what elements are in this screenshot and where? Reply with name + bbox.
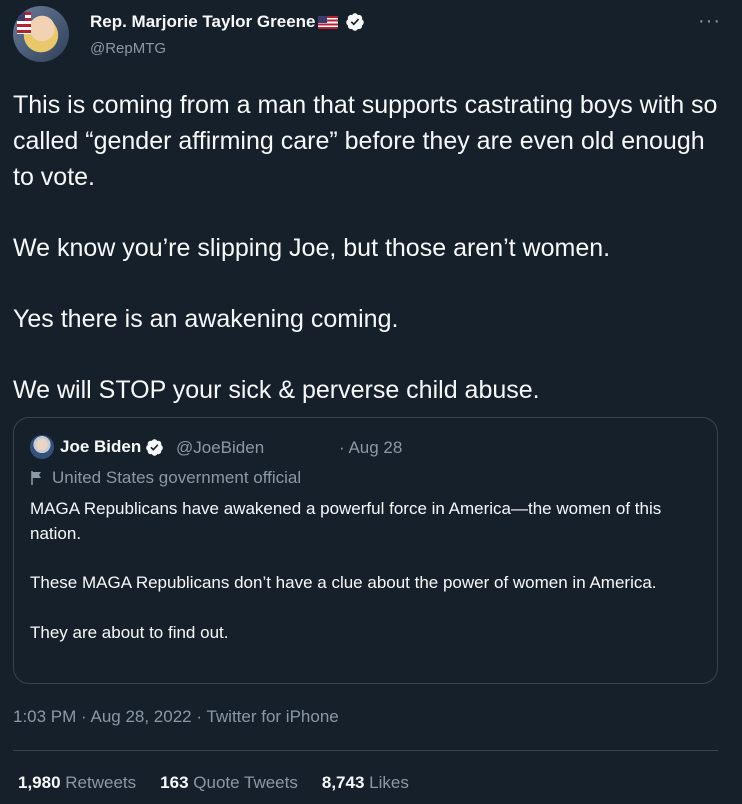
tweet-paragraph: This is coming from a man that supports … <box>13 91 718 191</box>
tweet-paragraph: Yes there is an awakening coming. <box>13 305 399 333</box>
author-display-name[interactable]: Rep. Marjorie Taylor Greene <box>90 12 315 32</box>
more-options-icon[interactable]: ··· <box>698 10 721 33</box>
likes-stat[interactable]: 8,743 Likes <box>322 773 409 793</box>
us-flag-icon <box>318 15 339 29</box>
author-handle[interactable]: @RepMTG <box>90 40 166 57</box>
government-label-text: United States government official <box>52 468 302 487</box>
tweet-stats: 1,980 Retweets 163 Quote Tweets 8,743 Li… <box>18 773 409 793</box>
verified-badge-icon <box>146 438 164 456</box>
tweet-time[interactable]: 1:03 PM <box>13 707 76 726</box>
quoted-paragraph: MAGA Republicans have awakened a powerfu… <box>30 499 662 543</box>
tweet-source[interactable]: Twitter for iPhone <box>206 707 338 726</box>
quote-tweets-stat[interactable]: 163 Quote Tweets <box>160 773 298 793</box>
author-avatar[interactable] <box>13 6 69 62</box>
avatar-flag <box>17 12 31 34</box>
tweet-paragraph: We know you’re slipping Joe, but those a… <box>13 234 611 262</box>
verified-badge-icon <box>346 13 365 31</box>
quoted-tweet-card[interactable]: Joe Biden @JoeBiden · Aug 28 United Stat… <box>13 417 718 684</box>
tweet-text: This is coming from a man that supports … <box>13 87 728 408</box>
government-label: United States government official <box>30 468 301 488</box>
quoted-author-name-row: Joe Biden <box>60 437 164 457</box>
tweet-paragraph: We will STOP your sick & perverse child … <box>13 376 540 404</box>
author-display-name-row[interactable]: Rep. Marjorie Taylor Greene <box>90 12 365 32</box>
divider <box>13 750 718 751</box>
quoted-author-avatar <box>30 435 54 459</box>
quoted-author-name: Joe Biden <box>60 437 142 456</box>
quoted-paragraph: These MAGA Republicans don’t have a clue… <box>30 573 657 592</box>
quoted-date: · Aug 28 <box>339 438 403 457</box>
tweet-date[interactable]: Aug 28, 2022 <box>90 707 191 726</box>
quoted-author-handle: @JoeBiden <box>176 438 265 457</box>
quoted-paragraph: They are about to find out. <box>30 622 229 642</box>
quoted-tweet-text: MAGA Republicans have awakened a powerfu… <box>30 497 700 645</box>
flag-outline-icon <box>31 471 41 485</box>
tweet-metadata: 1:03 PM · Aug 28, 2022 · Twitter for iPh… <box>13 707 339 726</box>
retweets-stat[interactable]: 1,980 Retweets <box>18 773 136 793</box>
